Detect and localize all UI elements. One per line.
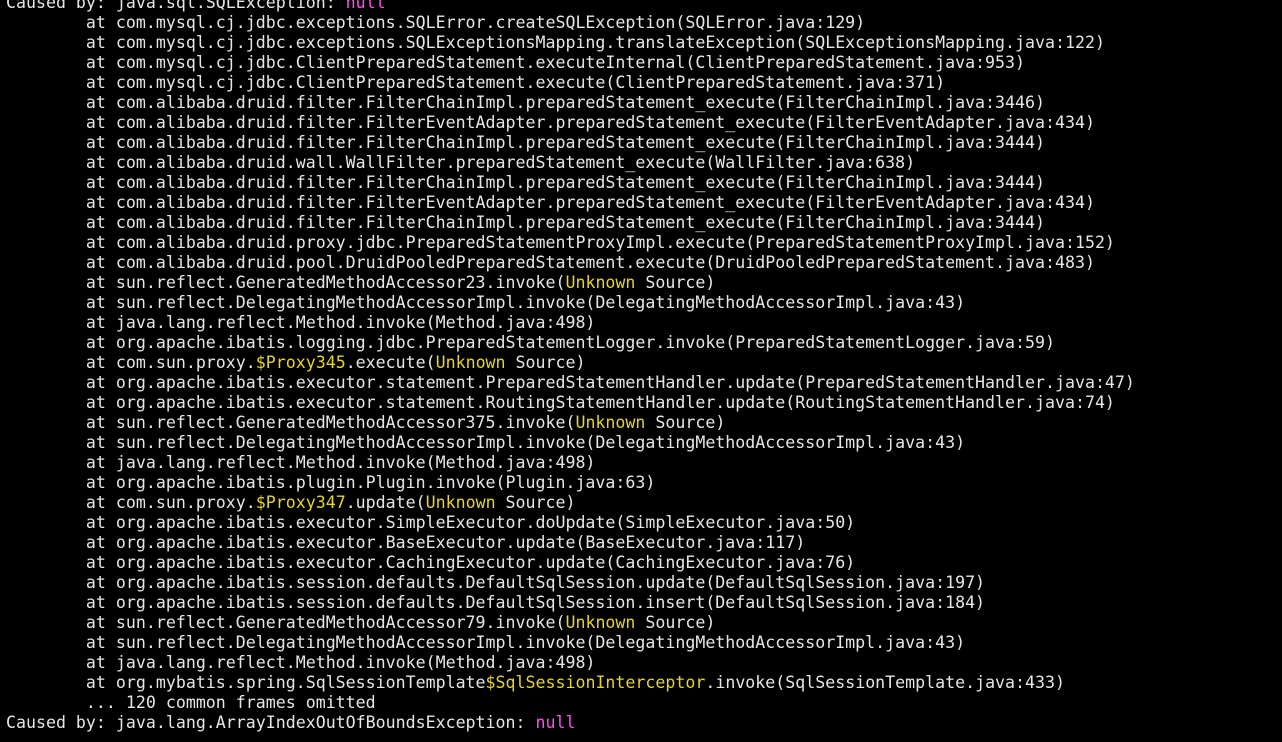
terminal-window[interactable]: Caused by: java.sql.SQLException: null a… — [0, 0, 1282, 742]
line-text: at sun.reflect.DelegatingMethodAccessorI… — [6, 633, 966, 652]
terminal-line: at java.lang.reflect.Method.invoke(Metho… — [6, 453, 1135, 473]
line-text: at org.apache.ibatis.executor.CachingExe… — [6, 553, 856, 572]
line-text: at org.apache.ibatis.executor.SimpleExec… — [6, 513, 856, 532]
line-text: at org.mybatis.spring.SqlSessionTemplate — [6, 673, 486, 692]
terminal-line: at java.lang.reflect.Method.invoke(Metho… — [6, 313, 1135, 333]
line-text: at com.alibaba.druid.pool.DruidPooledPre… — [6, 253, 1095, 272]
line-text: at org.apache.ibatis.session.defaults.De… — [6, 573, 986, 592]
terminal-line: at org.apache.ibatis.session.defaults.De… — [6, 573, 1135, 593]
line-text: .update( — [345, 493, 426, 512]
line-text: at java.lang.reflect.Method.invoke(Metho… — [6, 313, 596, 332]
line-text: .invoke(SqlSessionTemplate.java:433) — [705, 673, 1065, 692]
terminal-line: at sun.reflect.GeneratedMethodAccessor23… — [6, 273, 1135, 293]
terminal-line: at com.alibaba.druid.pool.DruidPooledPre… — [6, 253, 1135, 273]
line-text: Source) — [645, 413, 726, 432]
line-text: at sun.reflect.GeneratedMethodAccessor23… — [6, 273, 566, 292]
terminal-line: at org.apache.ibatis.executor.CachingExe… — [6, 553, 1135, 573]
terminal-line: at com.mysql.cj.jdbc.ClientPreparedState… — [6, 73, 1135, 93]
line-text: at com.alibaba.druid.filter.FilterEventA… — [6, 193, 1095, 212]
terminal-line: at com.alibaba.druid.filter.FilterChainI… — [6, 93, 1135, 113]
line-text: at org.apache.ibatis.executor.statement.… — [6, 393, 1115, 412]
terminal-line: at com.mysql.cj.jdbc.exceptions.SQLExcep… — [6, 33, 1135, 53]
line-text: at java.lang.reflect.Method.invoke(Metho… — [6, 653, 596, 672]
line-text: at com.alibaba.druid.filter.FilterChainI… — [6, 173, 1045, 192]
line-text: ... 120 common frames omitted — [6, 693, 376, 712]
line-text: at org.apache.ibatis.session.defaults.De… — [6, 593, 986, 612]
line-text: at org.apache.ibatis.executor.statement.… — [6, 373, 1135, 392]
line-text: Caused by: java.sql.SQLException: — [6, 0, 346, 12]
line-text: Source) — [635, 613, 716, 632]
line-text: at sun.reflect.GeneratedMethodAccessor79… — [6, 613, 566, 632]
line-text: at com.sun.proxy. — [6, 493, 256, 512]
terminal-line: at org.apache.ibatis.plugin.Plugin.invok… — [6, 473, 1135, 493]
highlighted-token: Unknown — [435, 353, 506, 372]
terminal-line: at sun.reflect.DelegatingMethodAccessorI… — [6, 433, 1135, 453]
highlighted-token: Unknown — [425, 493, 496, 512]
terminal-line: at sun.reflect.GeneratedMethodAccessor79… — [6, 613, 1135, 633]
highlighted-token: Unknown — [565, 613, 636, 632]
terminal-line: Caused by: java.sql.SQLException: null — [6, 0, 1135, 13]
terminal-line: at com.alibaba.druid.filter.FilterChainI… — [6, 213, 1135, 233]
line-text: at org.apache.ibatis.logging.jdbc.Prepar… — [6, 333, 1055, 352]
line-text: at sun.reflect.DelegatingMethodAccessorI… — [6, 433, 966, 452]
line-text: at java.lang.reflect.Method.invoke(Metho… — [6, 453, 596, 472]
terminal-line: at com.alibaba.druid.wall.WallFilter.pre… — [6, 153, 1135, 173]
line-text: Caused by: java.lang.ArrayIndexOutOfBoun… — [6, 713, 536, 732]
terminal-line: at sun.reflect.DelegatingMethodAccessorI… — [6, 293, 1135, 313]
line-text: at com.alibaba.druid.wall.WallFilter.pre… — [6, 153, 916, 172]
terminal-line: at com.sun.proxy.$Proxy345.execute(Unkno… — [6, 353, 1135, 373]
line-text: at com.mysql.cj.jdbc.ClientPreparedState… — [6, 73, 946, 92]
highlighted-token: $Proxy345 — [255, 353, 346, 372]
line-text: at com.mysql.cj.jdbc.exceptions.SQLExcep… — [6, 33, 1105, 52]
terminal-output[interactable]: Caused by: java.sql.SQLException: null a… — [6, 0, 1135, 733]
terminal-line: ... 120 common frames omitted — [6, 693, 1135, 713]
terminal-line: at com.alibaba.druid.filter.FilterChainI… — [6, 133, 1135, 153]
terminal-line: Caused by: java.lang.ArrayIndexOutOfBoun… — [6, 713, 1135, 733]
line-text: at com.alibaba.druid.filter.FilterChainI… — [6, 133, 1045, 152]
terminal-line: at com.sun.proxy.$Proxy347.update(Unknow… — [6, 493, 1135, 513]
line-text: at com.alibaba.druid.filter.FilterEventA… — [6, 113, 1095, 132]
line-text: at sun.reflect.GeneratedMethodAccessor37… — [6, 413, 576, 432]
line-text: Source) — [505, 353, 586, 372]
highlighted-token: $Proxy347 — [255, 493, 346, 512]
line-text: at com.mysql.cj.jdbc.ClientPreparedState… — [6, 53, 1026, 72]
terminal-line: at com.alibaba.druid.filter.FilterChainI… — [6, 173, 1135, 193]
line-text: .execute( — [345, 353, 436, 372]
line-text: Source) — [495, 493, 576, 512]
terminal-line: at com.mysql.cj.jdbc.ClientPreparedState… — [6, 53, 1135, 73]
highlighted-token: null — [345, 0, 386, 12]
terminal-line: at org.apache.ibatis.session.defaults.De… — [6, 593, 1135, 613]
terminal-line: at org.apache.ibatis.executor.statement.… — [6, 393, 1135, 413]
line-text: at com.sun.proxy. — [6, 353, 256, 372]
terminal-line: at org.apache.ibatis.executor.statement.… — [6, 373, 1135, 393]
terminal-line: at sun.reflect.GeneratedMethodAccessor37… — [6, 413, 1135, 433]
line-text: at com.alibaba.druid.proxy.jdbc.Prepared… — [6, 233, 1115, 252]
highlighted-token: Unknown — [575, 413, 646, 432]
terminal-line: at org.apache.ibatis.executor.SimpleExec… — [6, 513, 1135, 533]
terminal-line: at org.mybatis.spring.SqlSessionTemplate… — [6, 673, 1135, 693]
terminal-line: at com.alibaba.druid.proxy.jdbc.Prepared… — [6, 233, 1135, 253]
terminal-line: at org.apache.ibatis.executor.BaseExecut… — [6, 533, 1135, 553]
highlighted-token: null — [535, 713, 576, 732]
line-text: at org.apache.ibatis.plugin.Plugin.invok… — [6, 473, 656, 492]
line-text: at sun.reflect.DelegatingMethodAccessorI… — [6, 293, 966, 312]
line-text: Source) — [635, 273, 716, 292]
terminal-line: at org.apache.ibatis.logging.jdbc.Prepar… — [6, 333, 1135, 353]
terminal-line: at sun.reflect.DelegatingMethodAccessorI… — [6, 633, 1135, 653]
line-text: at com.mysql.cj.jdbc.exceptions.SQLError… — [6, 13, 866, 32]
line-text: at com.alibaba.druid.filter.FilterChainI… — [6, 93, 1045, 112]
terminal-line: at com.alibaba.druid.filter.FilterEventA… — [6, 193, 1135, 213]
terminal-line: at com.mysql.cj.jdbc.exceptions.SQLError… — [6, 13, 1135, 33]
highlighted-token: Unknown — [565, 273, 636, 292]
line-text: at org.apache.ibatis.executor.BaseExecut… — [6, 533, 806, 552]
terminal-line: at com.alibaba.druid.filter.FilterEventA… — [6, 113, 1135, 133]
terminal-line: at java.lang.reflect.Method.invoke(Metho… — [6, 653, 1135, 673]
highlighted-token: $SqlSessionInterceptor — [485, 673, 706, 692]
line-text: at com.alibaba.druid.filter.FilterChainI… — [6, 213, 1045, 232]
